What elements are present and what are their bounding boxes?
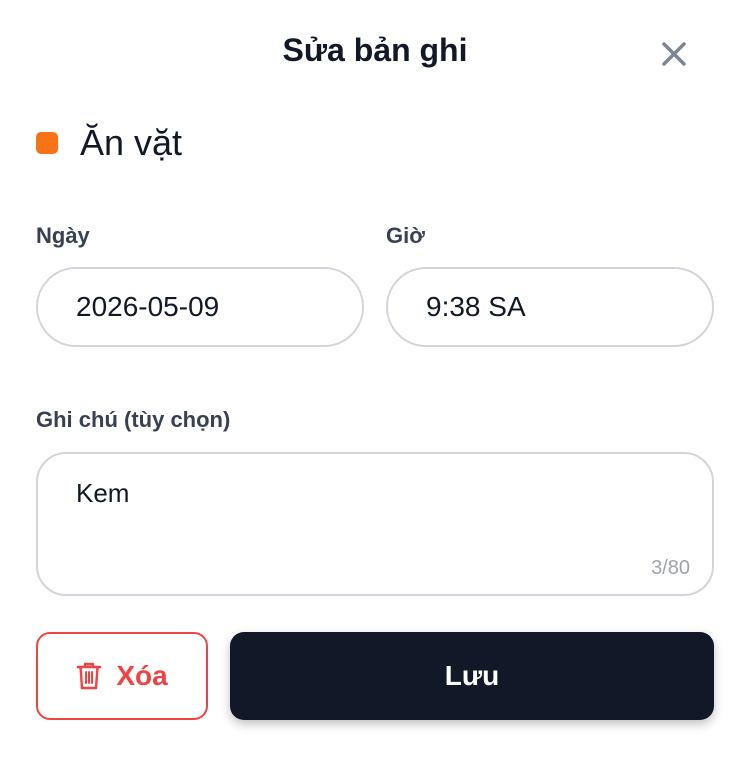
note-value: Kem — [76, 478, 130, 508]
category-name: Ăn vặt — [80, 122, 183, 163]
close-icon — [662, 42, 686, 66]
delete-label: Xóa — [116, 660, 168, 691]
time-value: 9:38 SA — [426, 291, 526, 322]
category-color-dot — [36, 132, 58, 154]
save-label: Lưu — [444, 660, 500, 691]
date-value: 2026-05-09 — [76, 291, 220, 322]
note-textarea[interactable]: Kem 3/80 — [36, 452, 714, 596]
page-title: Sửa bản ghi — [282, 32, 468, 68]
trash-icon — [77, 662, 102, 690]
category-row: Ăn vặt — [36, 118, 182, 168]
note-char-counter: 3/80 — [651, 557, 690, 579]
date-label: Ngày — [36, 223, 90, 248]
modal-header: Sửa bản ghi — [0, 22, 750, 82]
note-label: Ghi chú (tùy chọn) — [36, 407, 231, 432]
delete-button[interactable]: Xóa — [36, 632, 208, 720]
date-field[interactable]: 2026-05-09 — [36, 267, 364, 347]
save-button[interactable]: Lưu — [230, 632, 714, 720]
close-button[interactable] — [656, 36, 692, 72]
time-label: Giờ — [386, 223, 425, 248]
time-field[interactable]: 9:38 SA — [386, 267, 714, 347]
